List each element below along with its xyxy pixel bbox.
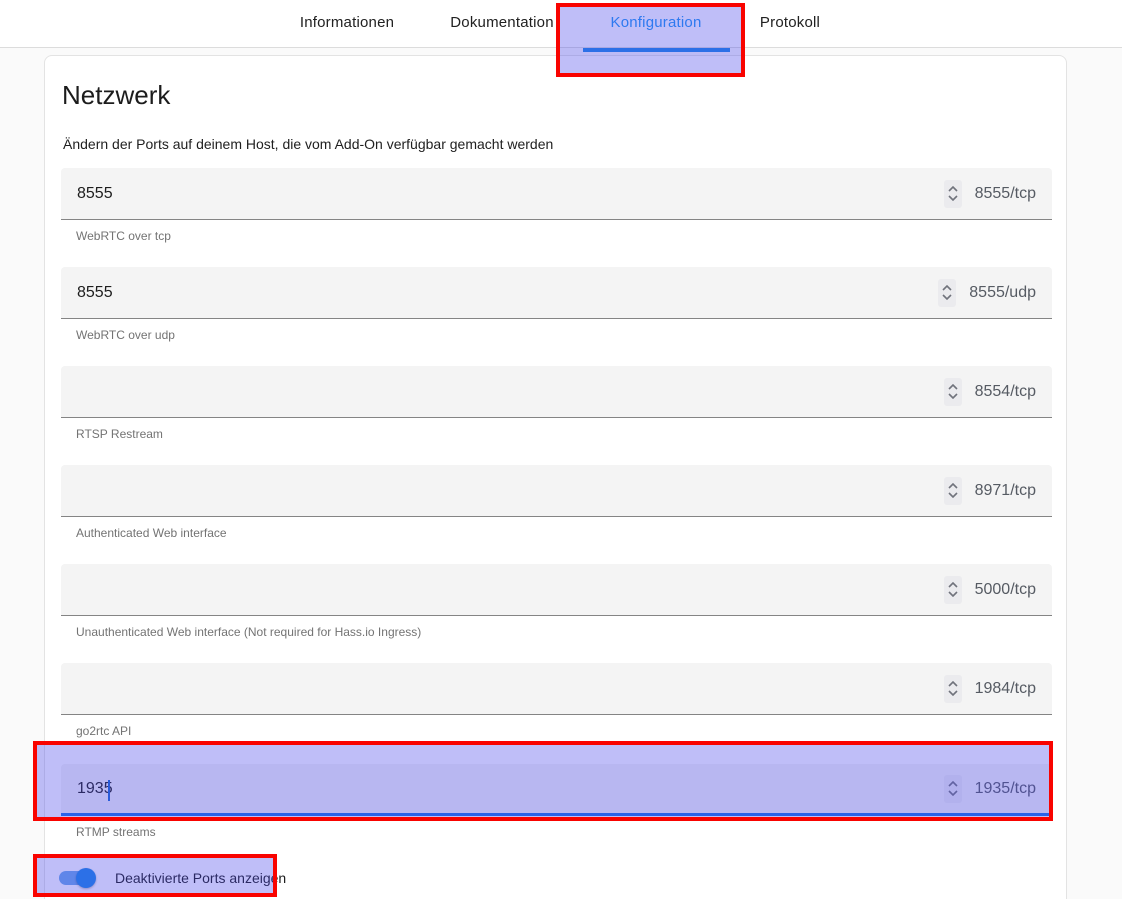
port-helper-text: WebRTC over udp [76,328,1052,342]
port-input[interactable] [77,777,944,801]
port-input[interactable] [77,479,944,503]
port-host-label: 1984/tcp [975,680,1036,698]
port-input[interactable] [77,182,944,206]
tab-bar: Informationen Dokumentation Konfiguratio… [0,0,1122,48]
port-host-label: 8971/tcp [975,482,1036,500]
port-field: 8554/tcp [61,366,1052,418]
port-stepper-icon[interactable] [944,180,962,208]
port-row: 8555/udp WebRTC over udp [61,267,1052,342]
port-helper-text: Unauthenticated Web interface (Not requi… [76,625,1052,639]
port-helper-text: go2rtc API [76,724,1052,738]
section-description: Ändern der Ports auf deinem Host, die vo… [63,136,553,152]
port-row: 8554/tcp RTSP Restream [61,366,1052,441]
port-input[interactable] [77,578,944,602]
text-cursor [108,780,110,801]
port-field-rtmp: 1935/tcp [61,764,1052,816]
port-input[interactable] [77,677,944,701]
port-host-label: 8555/tcp [975,185,1036,203]
port-stepper-icon[interactable] [944,576,962,604]
port-row: 8971/tcp Authenticated Web interface [61,465,1052,540]
port-host-label: 8555/udp [969,284,1036,302]
toggle-label: Deaktivierte Ports anzeigen [115,870,286,886]
port-helper-text: WebRTC over tcp [76,229,1052,243]
port-field: 5000/tcp [61,564,1052,616]
port-stepper-icon[interactable] [944,775,962,803]
tab-informationen[interactable]: Informationen [300,14,394,31]
port-row: 1935/tcp RTMP streams [61,764,1052,839]
port-stepper-icon[interactable] [944,477,962,505]
port-row: 1984/tcp go2rtc API [61,663,1052,738]
toggle-thumb[interactable] [76,868,96,888]
toggle-track[interactable] [59,871,93,885]
port-input[interactable] [77,281,938,305]
port-row: 8555/tcp WebRTC over tcp [61,168,1052,243]
port-stepper-icon[interactable] [944,378,962,406]
port-row: 5000/tcp Unauthenticated Web interface (… [61,564,1052,639]
active-tab-indicator [583,48,730,52]
tab-protokoll[interactable]: Protokoll [760,14,820,31]
port-field: 8555/udp [61,267,1052,319]
port-field: 8555/tcp [61,168,1052,220]
disabled-ports-toggle[interactable]: Deaktivierte Ports anzeigen [59,864,286,892]
port-stepper-icon[interactable] [944,675,962,703]
port-field: 1984/tcp [61,663,1052,715]
port-helper-text: Authenticated Web interface [76,526,1052,540]
port-input[interactable] [77,380,944,404]
network-config-card: Netzwerk Ändern der Ports auf deinem Hos… [44,55,1067,899]
port-helper-text: RTSP Restream [76,427,1052,441]
section-title: Netzwerk [62,80,170,111]
port-field: 8971/tcp [61,465,1052,517]
port-helper-text: RTMP streams [76,825,1052,839]
port-stepper-icon[interactable] [938,279,956,307]
port-host-label: 1935/tcp [975,780,1036,798]
tab-konfiguration[interactable]: Konfiguration [611,14,702,31]
port-host-label: 5000/tcp [975,581,1036,599]
port-host-label: 8554/tcp [975,383,1036,401]
tab-dokumentation[interactable]: Dokumentation [450,14,554,31]
